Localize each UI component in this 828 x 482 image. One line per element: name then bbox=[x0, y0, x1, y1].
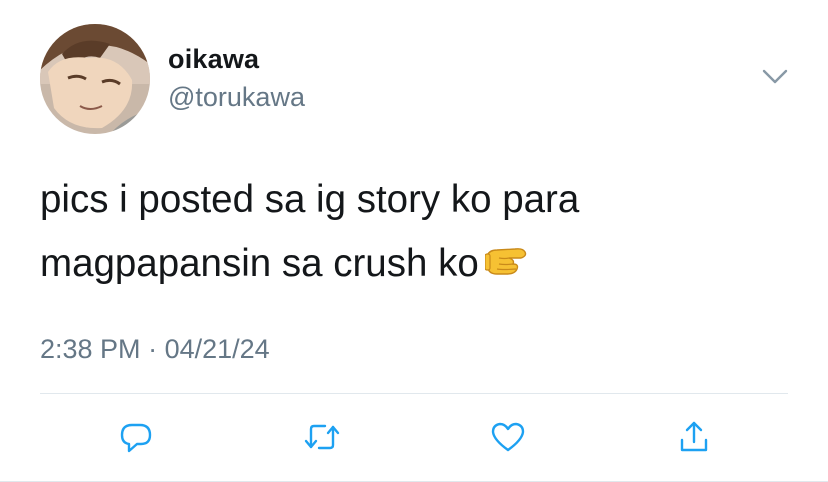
share-button[interactable] bbox=[674, 420, 714, 454]
retweet-button[interactable] bbox=[302, 420, 342, 454]
chevron-down-icon[interactable] bbox=[760, 66, 790, 88]
tweet-text-line-2: magpapansin sa crush ko bbox=[40, 232, 780, 296]
action-bar bbox=[0, 420, 828, 454]
reply-icon bbox=[120, 423, 152, 453]
author-handle[interactable]: @torukawa bbox=[168, 82, 305, 113]
tweet-text-line-2-text: magpapansin sa crush ko bbox=[40, 242, 479, 285]
tweet-date: 04/21/24 bbox=[164, 334, 270, 364]
share-icon bbox=[680, 421, 708, 452]
meta-separator: · bbox=[148, 334, 158, 364]
heart-icon bbox=[491, 422, 525, 452]
like-button[interactable] bbox=[488, 420, 528, 454]
tweet-text: pics i posted sa ig story ko para magpap… bbox=[40, 168, 780, 296]
tweet-timestamp[interactable]: 2:38 PM · 04/21/24 bbox=[40, 334, 270, 365]
tweet-time: 2:38 PM bbox=[40, 334, 141, 364]
avatar[interactable] bbox=[40, 24, 150, 134]
right-facing-fist-emoji bbox=[484, 234, 531, 275]
divider bbox=[40, 393, 788, 394]
author-display-name[interactable]: oikawa bbox=[168, 44, 259, 75]
avatar-image bbox=[40, 24, 150, 134]
tweet-card: oikawa @torukawa pics i posted sa ig sto… bbox=[0, 0, 828, 482]
reply-button[interactable] bbox=[116, 420, 156, 454]
tweet-text-line-1: pics i posted sa ig story ko para bbox=[40, 178, 580, 221]
retweet-icon bbox=[304, 424, 340, 450]
